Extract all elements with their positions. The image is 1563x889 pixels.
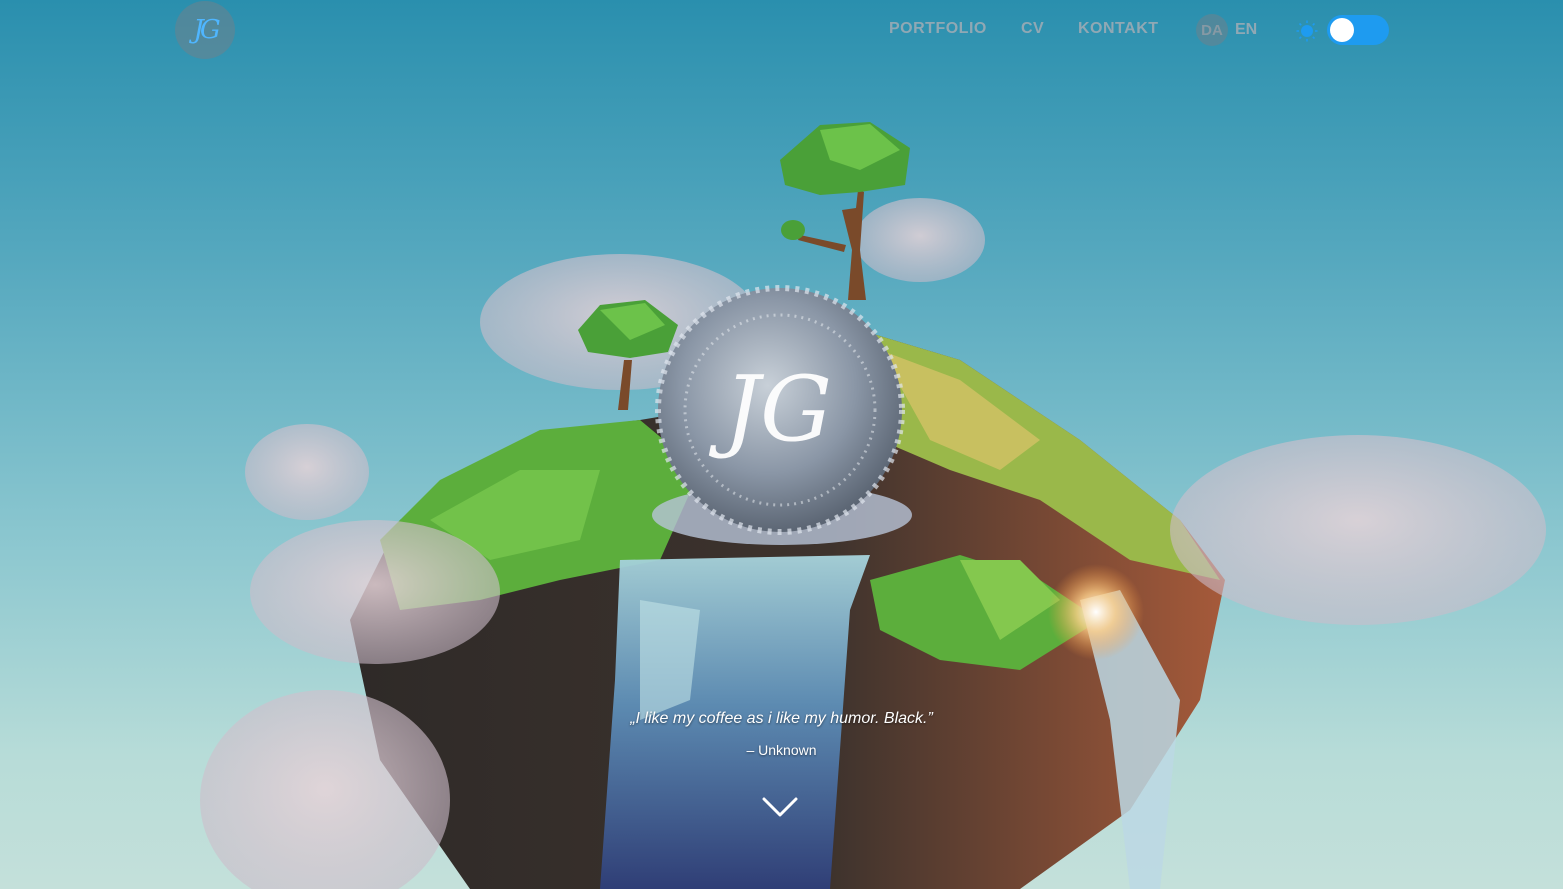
- top-navigation: JG PORTFOLIO CV KONTAKT DA EN: [0, 0, 1563, 60]
- nav-cv-link[interactable]: CV: [1021, 20, 1044, 38]
- language-en-button[interactable]: EN: [1235, 21, 1257, 39]
- cloud: [855, 198, 985, 282]
- cloud: [250, 520, 500, 664]
- language-da-button[interactable]: DA: [1196, 14, 1228, 46]
- cloud: [1170, 435, 1546, 625]
- nav-kontakt-link[interactable]: KONTAKT: [1078, 20, 1159, 38]
- moon-icon: [1395, 21, 1404, 39]
- sun-glare: [1048, 564, 1144, 660]
- hero-quote-author: – Unknown: [746, 742, 817, 758]
- svg-text:JG: JG: [708, 357, 832, 462]
- logo-monogram: JG: [193, 15, 220, 45]
- hero-quote: „I like my coffee as i like my humor. Bl…: [630, 710, 933, 727]
- nav-portfolio-link[interactable]: PORTFOLIO: [889, 20, 987, 38]
- language-da-label: DA: [1201, 21, 1223, 39]
- theme-toggle[interactable]: [1327, 15, 1389, 45]
- sun-icon: [1296, 20, 1318, 42]
- chevron-down-icon[interactable]: [760, 795, 800, 821]
- theme-toggle-knob: [1330, 18, 1354, 42]
- logo-button[interactable]: JG: [175, 1, 235, 59]
- cloud: [245, 424, 369, 520]
